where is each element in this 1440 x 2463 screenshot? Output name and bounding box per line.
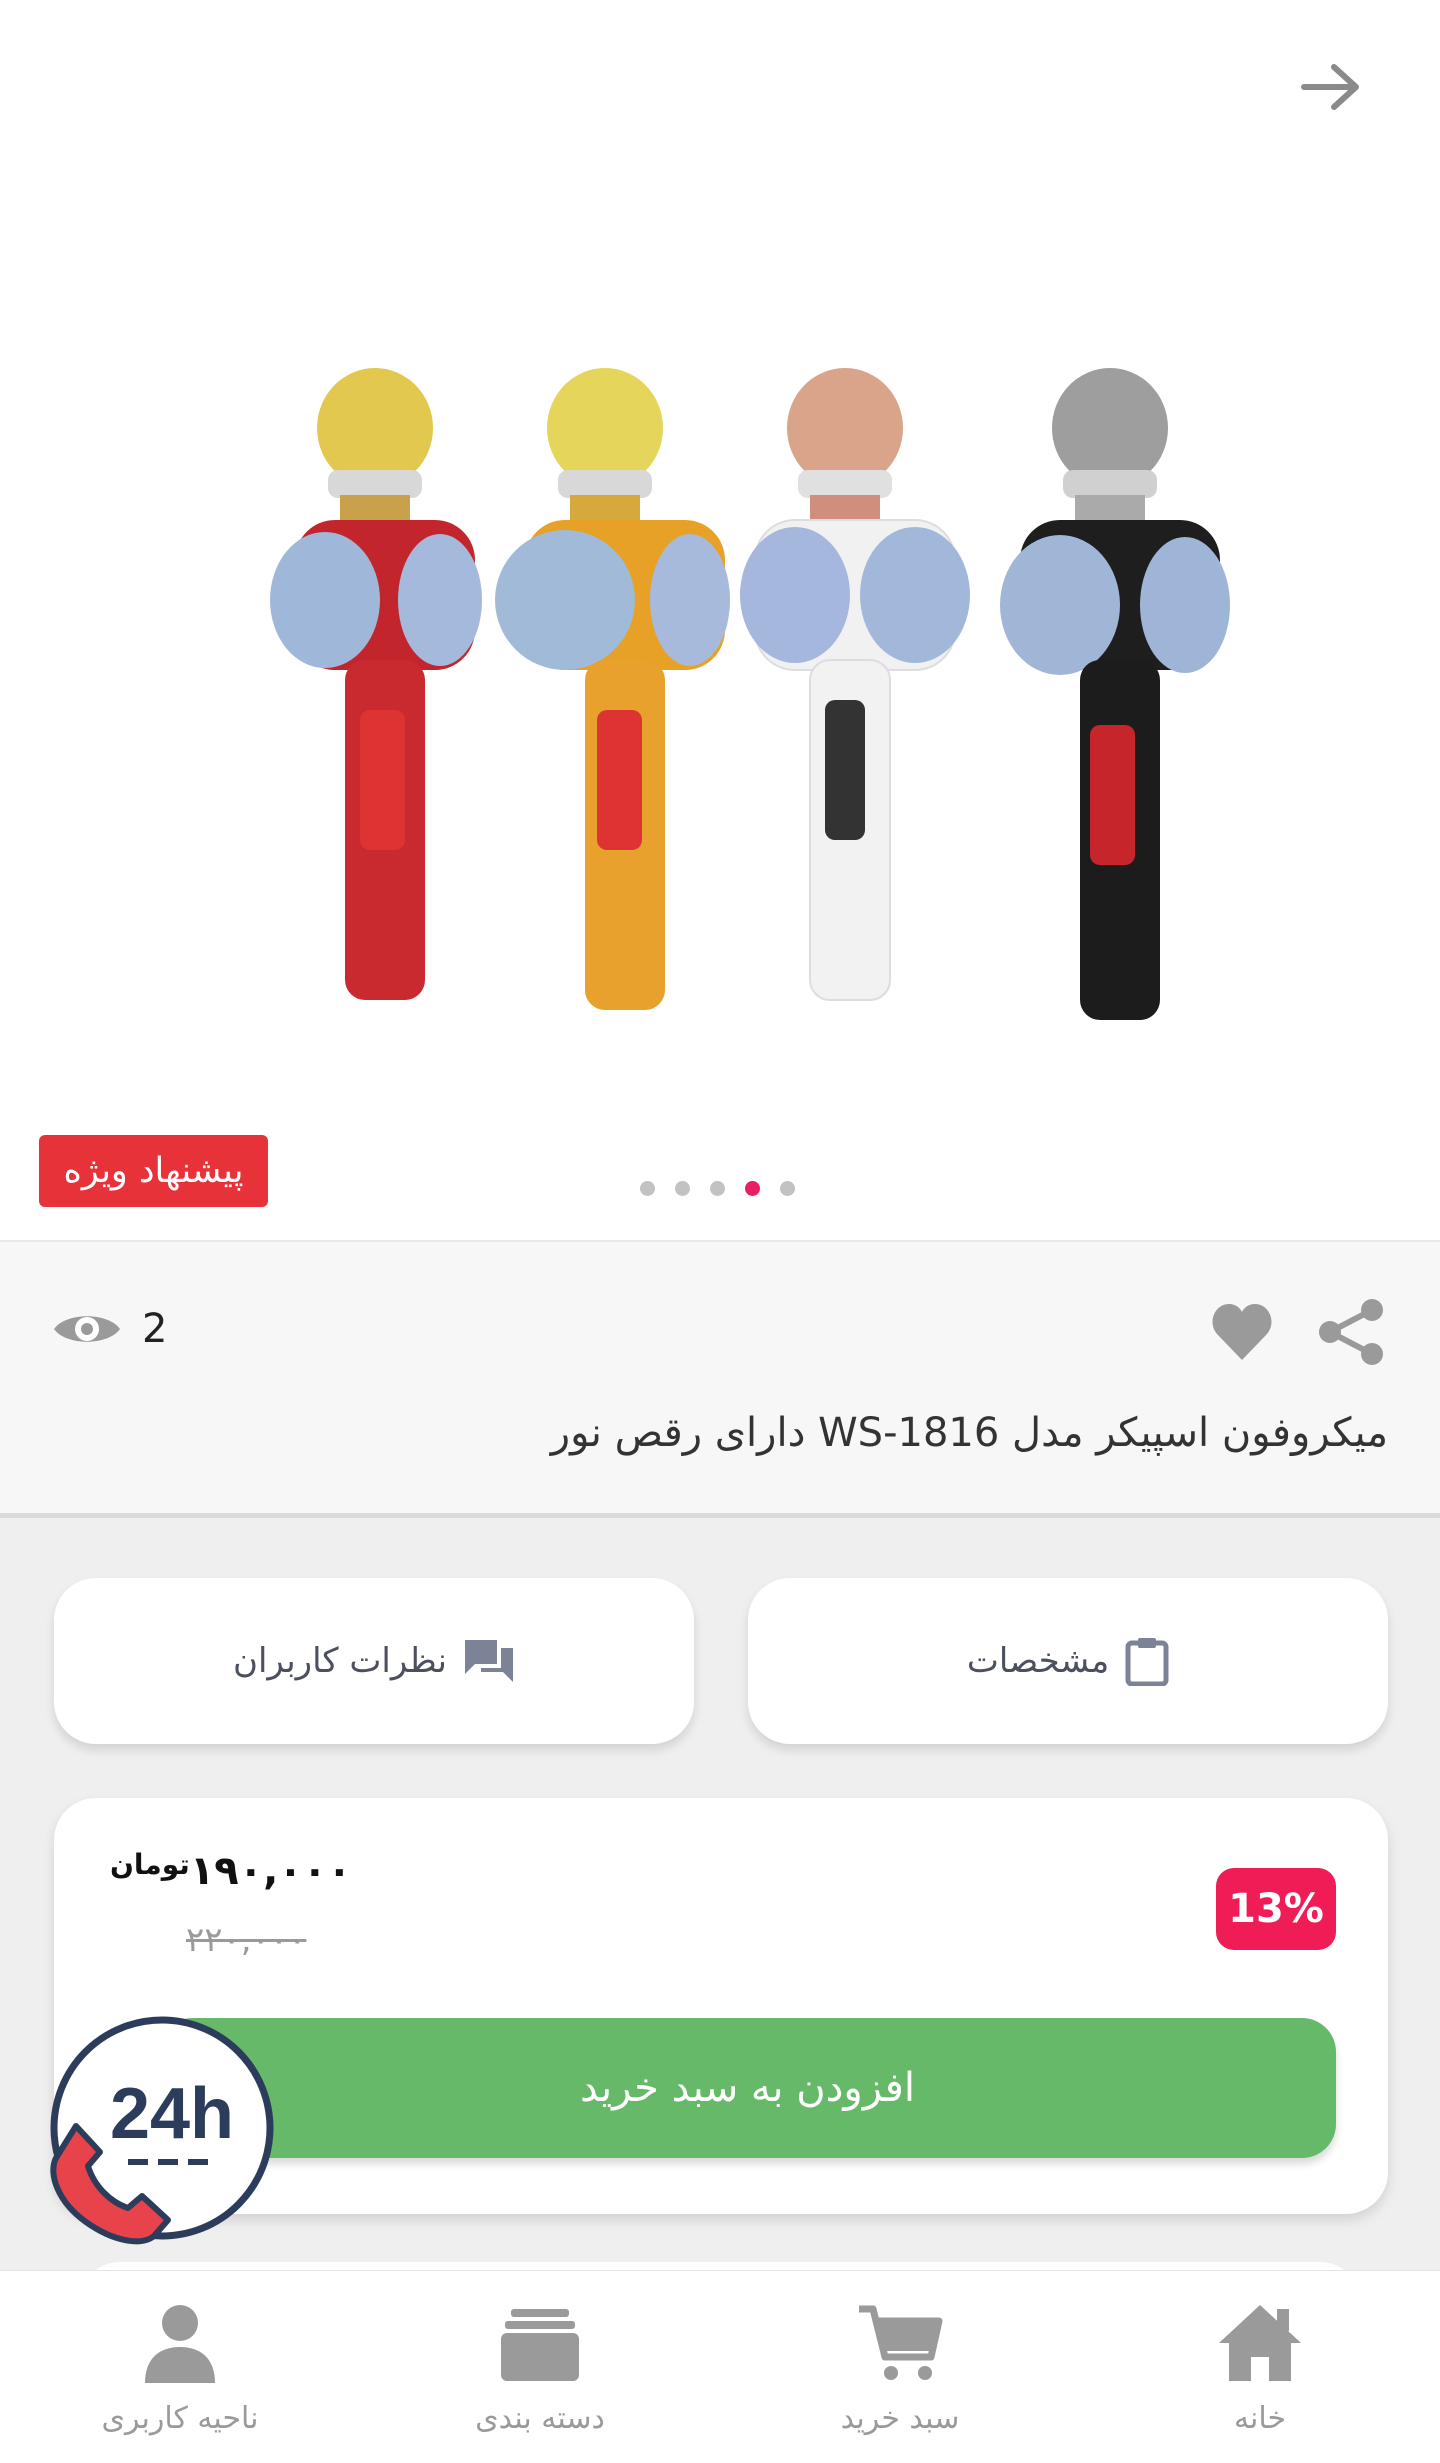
views-count: 2	[142, 1306, 168, 1352]
pagination-dot-active[interactable]	[745, 1181, 760, 1196]
product-info: 2 میکروفون اسپیکر مدل WS-1816 دارای رقص …	[0, 1240, 1440, 1518]
share-icon	[1319, 1299, 1383, 1365]
views-counter: 2	[52, 1306, 167, 1352]
home-icon	[1219, 2305, 1301, 2381]
heart-icon	[1212, 1304, 1272, 1360]
cart-icon	[859, 2305, 943, 2380]
gallery-pagination[interactable]	[640, 1181, 795, 1196]
current-price: ۱۹۰,۰۰۰ تومان	[108, 1848, 352, 1894]
favorite-button[interactable]	[1209, 1300, 1275, 1366]
nav-label-account: ناحیه کاربری	[101, 2401, 259, 2436]
product-gallery[interactable]: پیشنهاد ویژه	[0, 0, 1440, 1240]
back-button[interactable]	[1296, 52, 1366, 122]
nav-item-home[interactable]: خانه	[1080, 2271, 1440, 2463]
tab-specifications-label: مشخصات	[966, 1641, 1110, 1681]
pagination-dot[interactable]	[780, 1181, 795, 1196]
share-button[interactable]	[1316, 1296, 1388, 1368]
tab-reviews[interactable]: نظرات کاربران	[54, 1578, 694, 1744]
bottom-navigation: خانه سبد خرید دسته بندی ناحیه کاربری	[0, 2270, 1440, 2463]
product-image	[270, 368, 1230, 1020]
nav-item-account[interactable]: ناحیه کاربری	[0, 2271, 360, 2463]
discount-badge: 13%	[1216, 1868, 1336, 1950]
special-offer-badge: پیشنهاد ویژه	[39, 1135, 268, 1207]
arrow-right-icon	[1301, 64, 1359, 110]
currency-label: تومان	[110, 1848, 190, 1881]
nav-item-cart[interactable]: سبد خرید	[720, 2271, 1080, 2463]
eye-icon	[54, 1316, 120, 1342]
support-label: 24h	[110, 2074, 234, 2154]
category-icon	[501, 2309, 579, 2381]
clipboard-icon	[1125, 1638, 1169, 1686]
chat-icon	[465, 1640, 513, 1682]
nav-item-categories[interactable]: دسته بندی	[360, 2271, 720, 2463]
old-price: ۲۲۰,۰۰۰	[186, 1920, 307, 1960]
nav-label-home: خانه	[1233, 2401, 1287, 2436]
pagination-dot[interactable]	[640, 1181, 655, 1196]
nav-label-categories: دسته بندی	[475, 2401, 605, 2436]
tab-reviews-label: نظرات کاربران	[233, 1641, 447, 1681]
tab-specifications[interactable]: مشخصات	[748, 1578, 1388, 1744]
nav-label-cart: سبد خرید	[840, 2401, 960, 2436]
current-price-value: ۱۹۰,۰۰۰	[189, 1848, 352, 1894]
user-icon	[145, 2305, 215, 2383]
phone-24h-icon: 24h	[50, 2016, 274, 2245]
pagination-dot[interactable]	[710, 1181, 725, 1196]
support-24h-button[interactable]: 24h	[36, 2006, 282, 2252]
pagination-dot[interactable]	[675, 1181, 690, 1196]
product-title: میکروفون اسپیکر مدل WS-1816 دارای رقص نو…	[550, 1410, 1388, 1456]
add-to-cart-button[interactable]: افزودن به سبد خرید	[159, 2018, 1336, 2158]
